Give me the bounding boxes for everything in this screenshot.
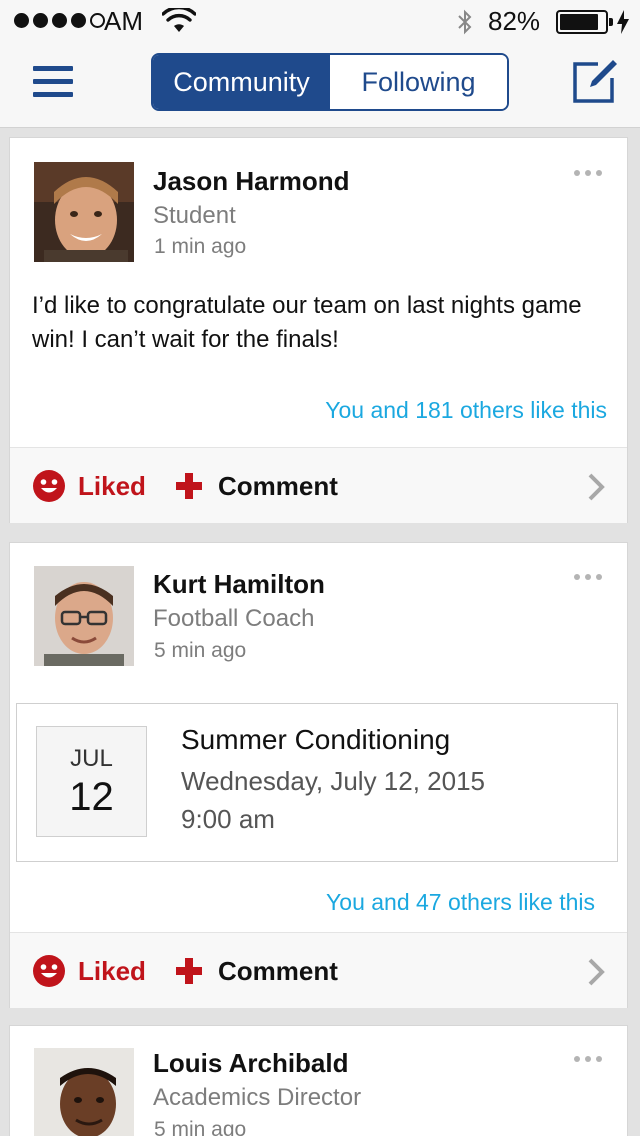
status-bar: AM 82% bbox=[0, 0, 640, 42]
more-options-icon[interactable] bbox=[570, 166, 606, 180]
more-options-icon[interactable] bbox=[570, 1052, 606, 1066]
post-time: 5 min ago bbox=[154, 639, 247, 662]
feed-tabs: Community Following bbox=[151, 53, 509, 111]
chevron-right-icon[interactable] bbox=[586, 957, 606, 987]
liked-label: Liked bbox=[78, 470, 146, 501]
tab-community[interactable]: Community bbox=[153, 55, 330, 109]
liked-button[interactable]: Liked bbox=[32, 953, 146, 989]
battery-icon bbox=[556, 10, 613, 34]
event-title: Summer Conditioning bbox=[181, 724, 451, 755]
wifi-icon bbox=[162, 8, 196, 32]
smiley-icon bbox=[33, 955, 65, 987]
post-text: I’d like to congratulate our team on las… bbox=[32, 292, 582, 353]
bluetooth-icon bbox=[458, 9, 472, 35]
compose-icon[interactable] bbox=[572, 58, 618, 104]
liked-button[interactable]: Liked bbox=[32, 468, 146, 504]
comment-button[interactable]: Comment bbox=[176, 953, 338, 989]
top-bar: AM 82% Community Following bbox=[0, 0, 640, 128]
avatar[interactable] bbox=[34, 566, 134, 666]
post-card: Jason Harmond Student 1 min ago I’d like… bbox=[9, 137, 628, 523]
signal-strength-icon bbox=[14, 13, 105, 28]
plus-icon bbox=[176, 473, 202, 499]
post-time: 5 min ago bbox=[154, 1118, 247, 1136]
battery-percent: 82% bbox=[488, 6, 541, 36]
post-action-bar: Liked Comment bbox=[10, 447, 627, 523]
tab-following[interactable]: Following bbox=[330, 55, 507, 109]
event-card[interactable]: JUL 12 Summer Conditioning Wednesday, Ju… bbox=[16, 703, 618, 862]
likes-count-link[interactable]: You and 181 others like this bbox=[325, 397, 607, 424]
post-card: Louis Archibald Academics Director 5 min… bbox=[9, 1025, 628, 1136]
post-time: 1 min ago bbox=[154, 235, 247, 258]
post-author-role: Academics Director bbox=[153, 1084, 362, 1111]
post-author-role: Student bbox=[153, 202, 236, 229]
post-author[interactable]: Kurt Hamilton bbox=[153, 569, 325, 600]
status-time: AM bbox=[104, 6, 143, 36]
event-day: 12 bbox=[69, 775, 114, 819]
charging-icon bbox=[617, 10, 629, 34]
comment-label: Comment bbox=[218, 955, 338, 986]
post-author[interactable]: Jason Harmond bbox=[153, 166, 350, 197]
avatar[interactable] bbox=[34, 162, 134, 262]
calendar-date-icon: JUL 12 bbox=[36, 726, 147, 837]
chevron-right-icon[interactable] bbox=[586, 472, 606, 502]
post-author-role: Football Coach bbox=[153, 605, 315, 632]
event-time: 9:00 am bbox=[181, 804, 275, 834]
post-card: Kurt Hamilton Football Coach 5 min ago J… bbox=[9, 542, 628, 1008]
comment-button[interactable]: Comment bbox=[176, 468, 338, 504]
likes-count-link[interactable]: You and 47 others like this bbox=[326, 889, 595, 916]
event-date: Wednesday, July 12, 2015 bbox=[181, 766, 486, 796]
event-month: JUL bbox=[70, 745, 113, 772]
post-action-bar: Liked Comment bbox=[10, 932, 627, 1008]
comment-label: Comment bbox=[218, 470, 338, 501]
plus-icon bbox=[176, 958, 202, 984]
post-author[interactable]: Louis Archibald bbox=[153, 1048, 349, 1079]
liked-label: Liked bbox=[78, 955, 146, 986]
avatar[interactable] bbox=[34, 1048, 134, 1136]
smiley-icon bbox=[33, 470, 65, 502]
more-options-icon[interactable] bbox=[570, 570, 606, 584]
hamburger-menu-icon[interactable] bbox=[30, 62, 76, 102]
